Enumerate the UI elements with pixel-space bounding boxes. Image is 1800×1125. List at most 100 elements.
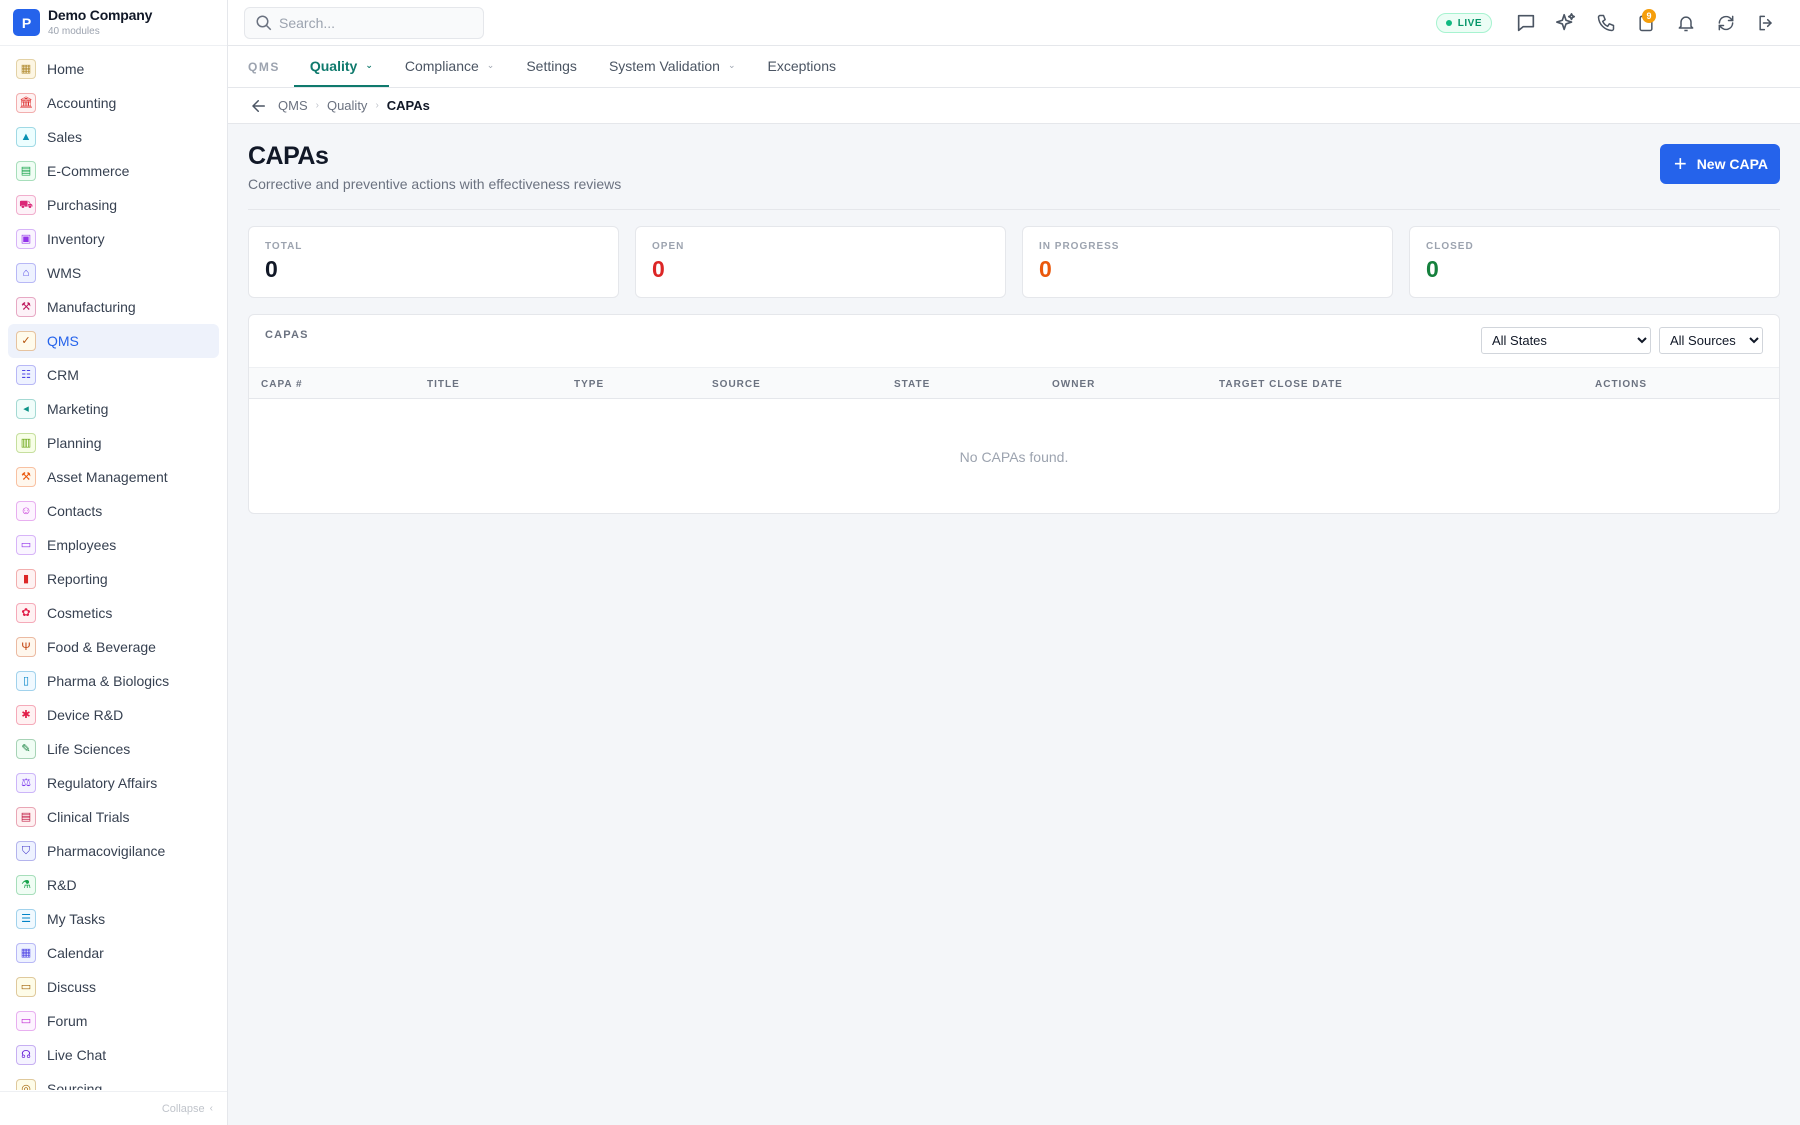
sparkles-icon[interactable] — [1546, 3, 1586, 43]
tab-system-validation[interactable]: System Validation ⌄ — [593, 46, 752, 87]
sidebar-item-employees[interactable]: ▭ Employees — [8, 528, 219, 562]
sidebar-item-qms[interactable]: ✓ QMS — [8, 324, 219, 358]
back-button[interactable] — [248, 95, 270, 117]
sidebar-item-e-commerce[interactable]: ▤ E-Commerce — [8, 154, 219, 188]
clipboard-alert-icon[interactable]: 9 — [1626, 3, 1666, 43]
logout-icon[interactable] — [1746, 3, 1786, 43]
stat-card-open: OPEN 0 — [635, 226, 1006, 298]
tools-icon: ⚒ — [16, 467, 36, 487]
sidebar-item-label: Marketing — [47, 401, 109, 417]
sidebar-item-manufacturing[interactable]: ⚒ Manufacturing — [8, 290, 219, 324]
module-tab-bar: QMS Quality ⌄ Compliance ⌄ Settings System Va… — [228, 46, 1800, 88]
sidebar-item-label: Pharma & Biologics — [47, 673, 170, 689]
sidebar-item-label: Pharmacovigilance — [47, 843, 166, 859]
search-box[interactable] — [244, 7, 484, 39]
breadcrumb-quality[interactable]: Quality — [327, 98, 367, 113]
tab-label: Settings — [526, 57, 577, 74]
search-input[interactable] — [279, 15, 469, 31]
sidebar-item-pharma-biologics[interactable]: ▯ Pharma & Biologics — [8, 664, 219, 698]
sidebar-item-label: Forum — [47, 1013, 88, 1029]
sidebar-item-home[interactable]: ▦ Home — [8, 52, 219, 86]
sidebar-item-my-tasks[interactable]: ☰ My Tasks — [8, 902, 219, 936]
sidebar-item-sales[interactable]: ▲ Sales — [8, 120, 219, 154]
column-header-type[interactable]: TYPE — [574, 368, 604, 400]
empty-state-message: No CAPAs found. — [959, 448, 1069, 465]
sidebar-item-label: Regulatory Affairs — [47, 775, 158, 791]
chat-bubbles-icon: ▭ — [16, 977, 36, 997]
table-header: CAPA # TITLE TYPE SOURCE STATE OWNER TARGET CL… — [249, 367, 1779, 399]
source-filter[interactable]: All Sources — [1659, 327, 1763, 354]
sidebar-item-label: Manufacturing — [47, 299, 136, 315]
tab-settings[interactable]: Settings — [510, 46, 593, 87]
sidebar-item-reporting[interactable]: ▮ Reporting — [8, 562, 219, 596]
collapse-sidebar-button[interactable]: Collapse ‹ — [0, 1091, 227, 1125]
column-header-actions[interactable]: ACTIONS — [1595, 368, 1647, 400]
refresh-icon[interactable] — [1706, 3, 1746, 43]
stat-card-closed: CLOSED 0 — [1409, 226, 1780, 298]
sidebar-item-label: Asset Management — [47, 469, 168, 485]
chat-icon[interactable] — [1506, 3, 1546, 43]
stat-label: TOTAL — [265, 241, 303, 252]
sidebar-item-forum[interactable]: ▭ Forum — [8, 1004, 219, 1038]
state-filter[interactable]: All States — [1481, 327, 1651, 354]
live-label: LIVE — [1457, 17, 1482, 29]
sidebar-item-clinical-trials[interactable]: ▤ Clinical Trials — [8, 800, 219, 834]
sidebar-item-discuss[interactable]: ▭ Discuss — [8, 970, 219, 1004]
column-header-title[interactable]: TITLE — [427, 368, 460, 400]
sidebar: P Demo Company 40 modules ▦ Home 🏛 Accounti… — [0, 0, 228, 1125]
sidebar-item-label: Planning — [47, 435, 102, 451]
sidebar-item-inventory[interactable]: ▣ Inventory — [8, 222, 219, 256]
tab-label: System Validation — [608, 57, 720, 74]
sidebar-item-cosmetics[interactable]: ✿ Cosmetics — [8, 596, 219, 630]
sidebar-item-accounting[interactable]: 🏛 Accounting — [8, 86, 219, 120]
phone-icon[interactable] — [1586, 3, 1626, 43]
sidebar-item-pharmacovigilance[interactable]: ⛉ Pharmacovigilance — [8, 834, 219, 868]
column-header-owner[interactable]: OWNER — [1052, 368, 1095, 400]
sidebar-item-crm[interactable]: ☷ CRM — [8, 358, 219, 392]
company-switcher[interactable]: P Demo Company 40 modules — [0, 0, 227, 46]
chevron-down-icon: ⌄ — [486, 60, 495, 70]
stat-value: 0 — [1426, 256, 1439, 282]
sidebar-item-food-beverage[interactable]: Ψ Food & Beverage — [8, 630, 219, 664]
sidebar-item-wms[interactable]: ⌂ WMS — [8, 256, 219, 290]
column-header-source[interactable]: SOURCE — [712, 368, 761, 400]
sidebar-item-regulatory-affairs[interactable]: ⚖ Regulatory Affairs — [8, 766, 219, 800]
sidebar-item-r-d[interactable]: ⚗ R&D — [8, 868, 219, 902]
sidebar-item-marketing[interactable]: ◂ Marketing — [8, 392, 219, 426]
module-name: QMS — [248, 59, 280, 74]
sidebar-item-contacts[interactable]: ☺ Contacts — [8, 494, 219, 528]
sidebar-item-calendar[interactable]: ▦ Calendar — [8, 936, 219, 970]
checklist-icon: ☰ — [16, 909, 36, 929]
sidebar-nav: ▦ Home 🏛 Accounting ▲ Sales ▤ E-Commerce ⛟ Purcha… — [8, 52, 219, 1090]
sidebar-item-sourcing[interactable]: ◎ Sourcing — [8, 1072, 219, 1090]
tab-quality[interactable]: Quality ⌄ — [293, 46, 389, 87]
company-logo: P — [13, 9, 40, 36]
tab-exceptions[interactable]: Exceptions — [752, 46, 852, 87]
sidebar-item-label: E-Commerce — [47, 163, 130, 179]
cog-icon: ✱ — [16, 705, 36, 725]
sidebar-item-purchasing[interactable]: ⛟ Purchasing — [8, 188, 219, 222]
tab-compliance[interactable]: Compliance ⌄ — [389, 46, 510, 87]
sidebar-item-device-r-d[interactable]: ✱ Device R&D — [8, 698, 219, 732]
new-capa-button[interactable]: + New CAPA — [1659, 144, 1780, 184]
sidebar-item-label: Calendar — [47, 945, 104, 961]
company-name: Demo Company — [48, 7, 153, 24]
sidebar-item-asset-management[interactable]: ⚒ Asset Management — [8, 460, 219, 494]
shield-icon: ⛉ — [16, 841, 36, 861]
table-title: CAPAS — [265, 329, 309, 341]
grid-icon: ▦ — [16, 59, 36, 79]
clipboard-check-icon: ▤ — [16, 807, 36, 827]
sidebar-item-label: Accounting — [47, 95, 117, 111]
bell-icon[interactable] — [1666, 3, 1706, 43]
sidebar-item-life-sciences[interactable]: ✎ Life Sciences — [8, 732, 219, 766]
sidebar-item-label: Sales — [47, 129, 83, 145]
breadcrumb-qms[interactable]: QMS — [278, 98, 308, 113]
column-header-capa[interactable]: CAPA # — [261, 368, 303, 400]
column-header-target-close-date[interactable]: TARGET CLOSE DATE — [1219, 368, 1343, 400]
sidebar-item-live-chat[interactable]: ☊ Live Chat — [8, 1038, 219, 1072]
sidebar-item-planning[interactable]: ▥ Planning — [8, 426, 219, 460]
sidebar-item-label: Employees — [47, 537, 117, 553]
stat-label: OPEN — [652, 241, 685, 252]
clipboard-icon: ▥ — [16, 433, 36, 453]
column-header-state[interactable]: STATE — [894, 368, 930, 400]
